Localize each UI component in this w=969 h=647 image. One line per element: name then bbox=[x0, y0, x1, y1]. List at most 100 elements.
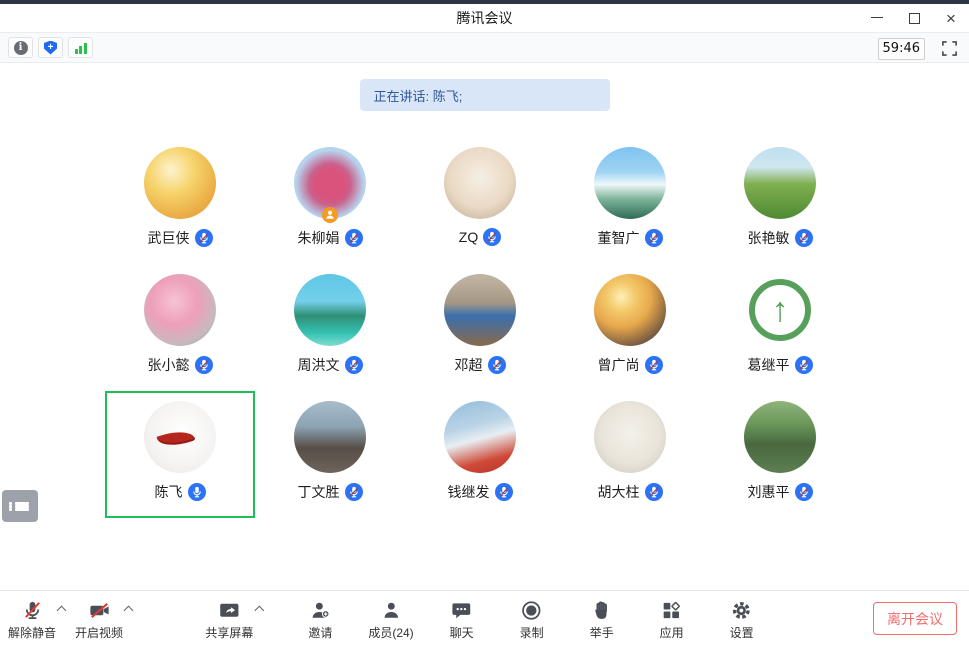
mic-status-icon bbox=[345, 356, 363, 374]
invite-icon bbox=[309, 599, 332, 622]
participant-tile[interactable]: 张小懿 bbox=[105, 264, 255, 391]
participant-tile[interactable]: 胡大柱 bbox=[555, 391, 705, 518]
participant-name: 刘惠平 bbox=[748, 482, 790, 502]
participant-tile[interactable]: 曾广尚 bbox=[555, 264, 705, 391]
participant-name-row: 张艳敏 bbox=[748, 228, 813, 248]
toolbar-item-wrap: 开启视频 bbox=[75, 591, 142, 647]
close-icon: × bbox=[946, 10, 956, 27]
avatar bbox=[144, 274, 216, 346]
mic-status-icon bbox=[188, 483, 206, 501]
toolbar-item-wrap: 成员(24) bbox=[368, 591, 413, 647]
avatar bbox=[444, 401, 516, 473]
toolbar-button-apps[interactable]: 应用 bbox=[650, 591, 694, 647]
participant-tile[interactable]: ZQ bbox=[405, 137, 555, 264]
toolbar-button-settings[interactable]: 设置 bbox=[720, 591, 764, 647]
meeting-info-buttons: i + bbox=[8, 37, 93, 58]
toolbar-item-wrap: 应用 bbox=[650, 591, 694, 647]
toolbar-left-group: 解除静音 开启视频 bbox=[8, 591, 142, 647]
camera-off-icon bbox=[88, 599, 111, 622]
shield-plus-icon: + bbox=[44, 41, 57, 55]
participant-grid: 武巨侠 朱柳娟 bbox=[105, 137, 855, 518]
participant-name-row: 胡大柱 bbox=[598, 482, 663, 502]
participant-tile[interactable]: 丁文胜 bbox=[255, 391, 405, 518]
meeting-security-button[interactable]: + bbox=[38, 37, 63, 58]
chevron-up-icon[interactable] bbox=[254, 606, 264, 616]
participant-name: 陈飞 bbox=[155, 482, 183, 502]
toolbar-button-chat[interactable]: 聊天 bbox=[440, 591, 484, 647]
mic-off-icon bbox=[21, 599, 44, 622]
participant-tile[interactable]: 邓超 bbox=[405, 264, 555, 391]
leave-meeting-button[interactable]: 离开会议 bbox=[873, 602, 957, 635]
participant-list-toggle-button[interactable] bbox=[2, 490, 38, 522]
speaking-banner-text: 正在讲话: 陈飞; bbox=[374, 86, 463, 105]
settings-icon bbox=[730, 599, 753, 622]
participant-name: 武巨侠 bbox=[148, 228, 190, 248]
participant-tile[interactable]: 刘惠平 bbox=[705, 391, 855, 518]
toolbar-center-group: 共享屏幕 邀请 成员(24) 聊天 录制 举手 bbox=[205, 591, 763, 647]
participant-name-row: 钱继发 bbox=[448, 482, 513, 502]
participant-name-row: 张小懿 bbox=[148, 355, 213, 375]
host-badge-icon bbox=[322, 207, 338, 223]
mic-status-icon bbox=[645, 229, 663, 247]
share-screen-icon bbox=[218, 599, 241, 622]
toolbar-button-mic-off[interactable]: 解除静音 bbox=[8, 591, 56, 647]
avatar bbox=[744, 401, 816, 473]
mic-status-icon bbox=[795, 356, 813, 374]
participant-name: 张艳敏 bbox=[748, 228, 790, 248]
participant-name-row: 丁文胜 bbox=[298, 482, 363, 502]
network-quality-button[interactable] bbox=[68, 37, 93, 58]
maximize-button[interactable] bbox=[906, 10, 922, 26]
participant-tile[interactable]: ↑ 葛继平 bbox=[705, 264, 855, 391]
leaf-decoration bbox=[157, 426, 196, 451]
fullscreen-button[interactable] bbox=[939, 39, 959, 59]
participant-name: 张小懿 bbox=[148, 355, 190, 375]
participant-name-row: 武巨侠 bbox=[148, 228, 213, 248]
participant-name-row: 朱柳娟 bbox=[298, 228, 363, 248]
mic-status-icon bbox=[795, 483, 813, 501]
toolbar-button-members[interactable]: 成员(24) bbox=[368, 591, 413, 647]
toolbar-button-camera-off[interactable]: 开启视频 bbox=[75, 591, 123, 647]
chevron-up-icon[interactable] bbox=[57, 606, 67, 616]
participant-tile[interactable]: 陈飞 bbox=[105, 391, 255, 518]
record-icon bbox=[520, 599, 543, 622]
toolbar-button-share-screen[interactable]: 共享屏幕 bbox=[205, 591, 253, 647]
toolbar-button-record[interactable]: 录制 bbox=[510, 591, 554, 647]
mic-status-icon bbox=[195, 229, 213, 247]
participant-name: ZQ bbox=[459, 229, 478, 245]
toolbar-item-wrap: 录制 bbox=[510, 591, 554, 647]
chat-icon bbox=[450, 599, 473, 622]
participant-tile[interactable]: 朱柳娟 bbox=[255, 137, 405, 264]
mic-status-icon bbox=[195, 356, 213, 374]
avatar bbox=[594, 147, 666, 219]
participant-tile[interactable]: 董智广 bbox=[555, 137, 705, 264]
participant-tile[interactable]: 周洪文 bbox=[255, 264, 405, 391]
mic-status-icon bbox=[645, 483, 663, 501]
meeting-info-right: 59:46 bbox=[878, 33, 959, 64]
minimize-icon bbox=[871, 16, 883, 18]
title-bar: 腾讯会议 × bbox=[0, 4, 969, 32]
participant-tile[interactable]: 钱继发 bbox=[405, 391, 555, 518]
toolbar-button-invite[interactable]: 邀请 bbox=[298, 591, 342, 647]
meeting-info-bar: i + 59:46 bbox=[0, 32, 969, 63]
participant-name: 丁文胜 bbox=[298, 482, 340, 502]
participant-tile[interactable]: 武巨侠 bbox=[105, 137, 255, 264]
participant-tile[interactable]: 张艳敏 bbox=[705, 137, 855, 264]
close-button[interactable]: × bbox=[943, 10, 959, 26]
participant-name-row: 刘惠平 bbox=[748, 482, 813, 502]
meeting-info-button[interactable]: i bbox=[8, 37, 33, 58]
toolbar-item-wrap: 解除静音 bbox=[8, 591, 75, 647]
participant-name-row: 曾广尚 bbox=[598, 355, 663, 375]
avatar bbox=[744, 147, 816, 219]
window-controls: × bbox=[869, 4, 959, 32]
list-icon bbox=[9, 502, 38, 511]
mic-status-icon bbox=[795, 229, 813, 247]
toolbar-item-wrap: 共享屏幕 bbox=[205, 591, 272, 647]
minimize-button[interactable] bbox=[869, 10, 885, 26]
mic-status-icon bbox=[483, 228, 501, 246]
participant-name: 周洪文 bbox=[298, 355, 340, 375]
participant-name: 钱继发 bbox=[448, 482, 490, 502]
toolbar-button-raise-hand[interactable]: 举手 bbox=[580, 591, 624, 647]
avatar bbox=[294, 274, 366, 346]
apps-icon bbox=[660, 599, 683, 622]
chevron-up-icon[interactable] bbox=[124, 606, 134, 616]
